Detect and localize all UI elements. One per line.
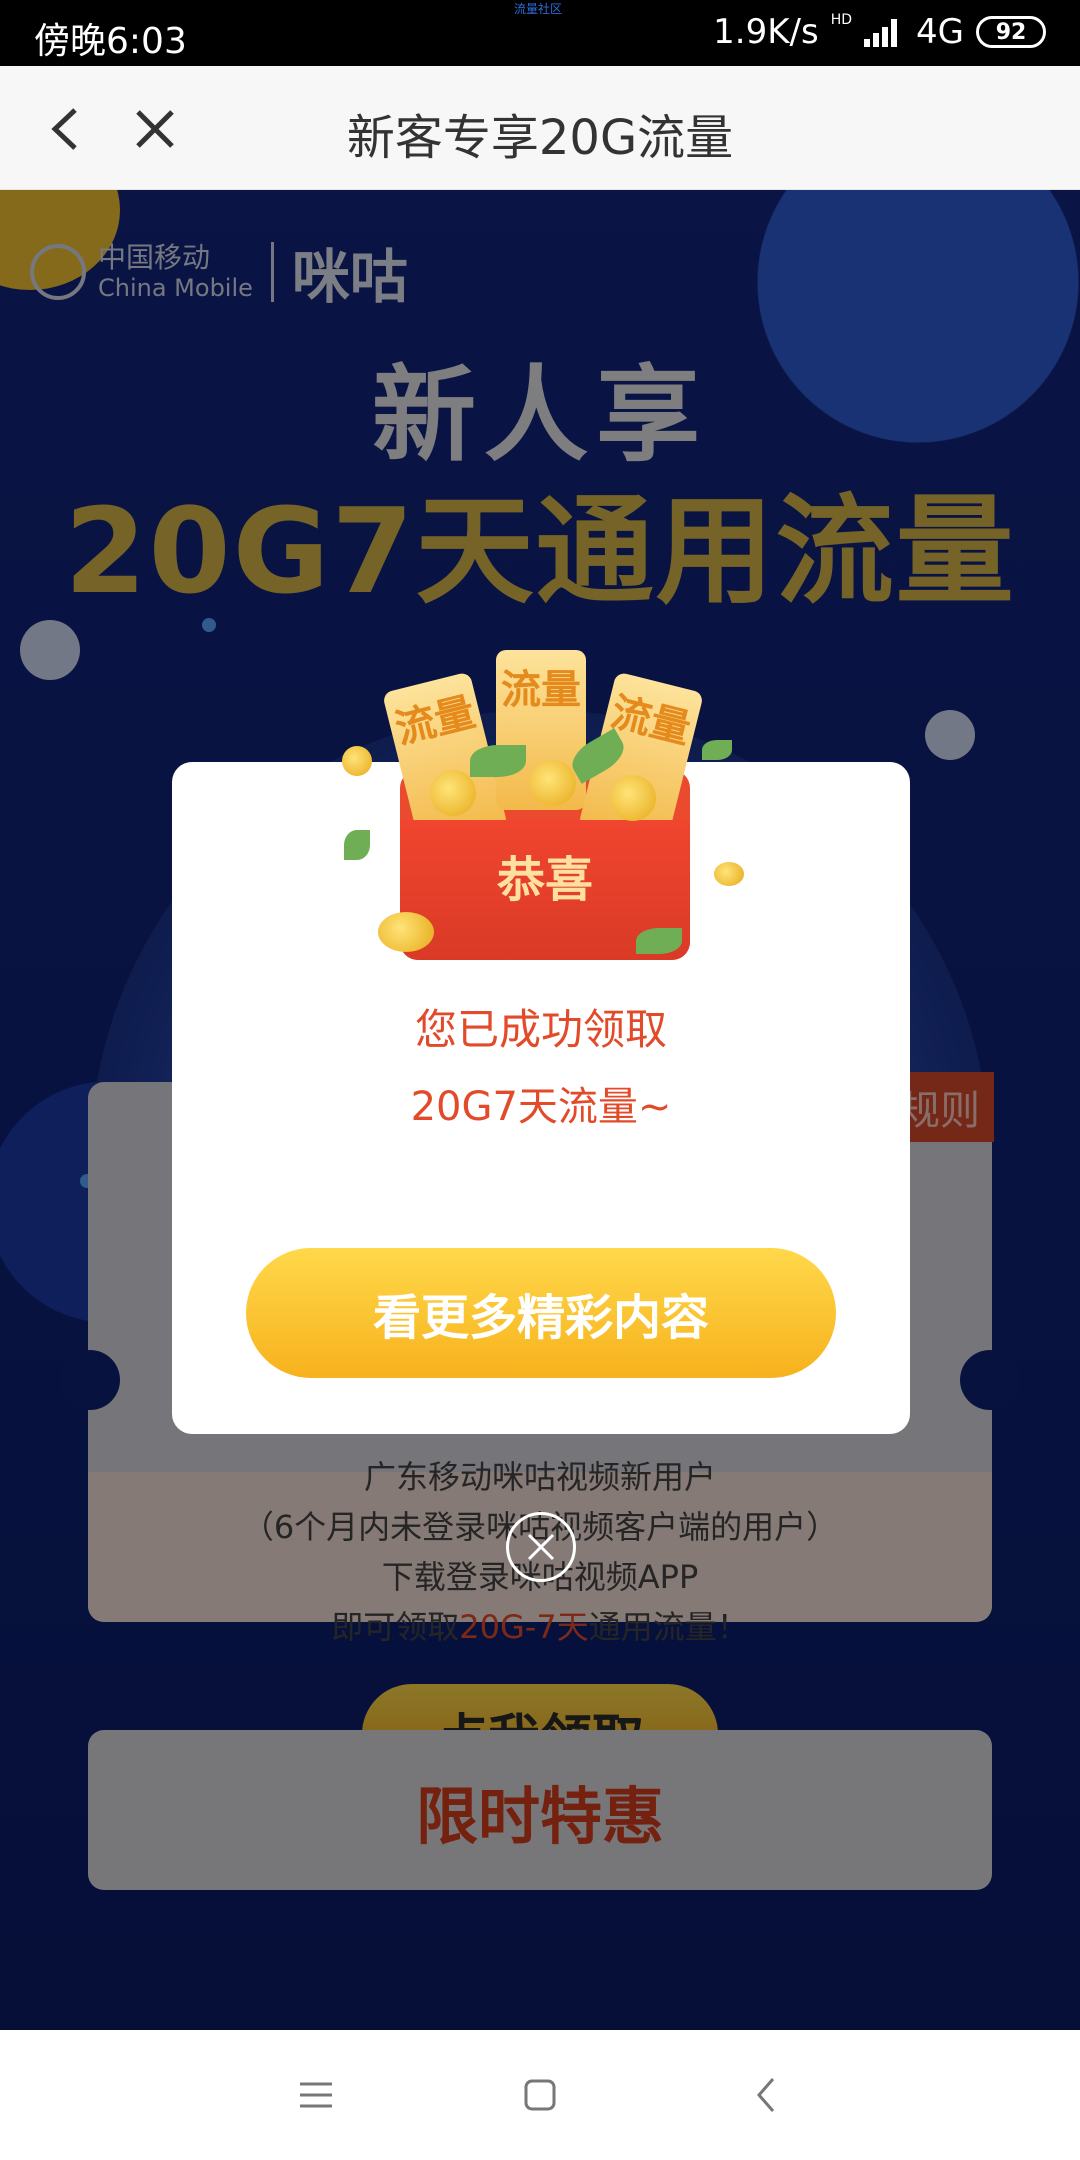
leaf-icon: [636, 928, 682, 954]
status-bar: 傍晚6:03 流量社区 1.9K/s HD 4G 92: [0, 0, 1080, 66]
coin-icon: [714, 862, 744, 886]
menu-icon: [300, 2082, 332, 2108]
signal-icon: [864, 17, 904, 47]
leaf-icon: [344, 830, 370, 860]
battery-icon: 92: [976, 16, 1046, 48]
nav-menu-button[interactable]: [286, 2070, 346, 2120]
status-indicators: 1.9K/s HD 4G 92: [713, 12, 1046, 52]
page-title: 新客专享20G流量: [346, 110, 734, 166]
watermark: 流量社区: [514, 2, 563, 16]
success-message-line2: 20G7天流量~: [410, 1084, 672, 1130]
app-header: 新客专享20G流量: [0, 66, 1080, 190]
nav-back-button[interactable]: [736, 2070, 796, 2120]
coin-icon: [342, 746, 372, 776]
system-nav-bar: [0, 2030, 1080, 2160]
coin-stack-icon: [378, 912, 434, 952]
red-envelope-illustration: 流量 流量 流量 恭喜: [381, 650, 705, 960]
close-icon: [527, 1533, 555, 1561]
coin-icon: [610, 775, 656, 821]
network-speed: 1.9K/s: [713, 12, 819, 52]
coin-icon: [530, 760, 576, 806]
see-more-button[interactable]: 看更多精彩内容: [246, 1248, 836, 1378]
leaf-icon: [702, 740, 732, 760]
leaf-icon: [470, 745, 526, 777]
status-time: 傍晚6:03: [34, 21, 187, 62]
network-type: 4G: [916, 12, 964, 52]
nav-home-button[interactable]: [510, 2070, 570, 2120]
modal-close-button[interactable]: [506, 1512, 576, 1582]
hd-badge: HD: [830, 12, 853, 28]
success-message-line1: 您已成功领取: [414, 1005, 667, 1054]
home-icon: [524, 2079, 556, 2111]
back-icon: [757, 2078, 775, 2112]
envelope-label: 恭喜: [496, 852, 593, 908]
